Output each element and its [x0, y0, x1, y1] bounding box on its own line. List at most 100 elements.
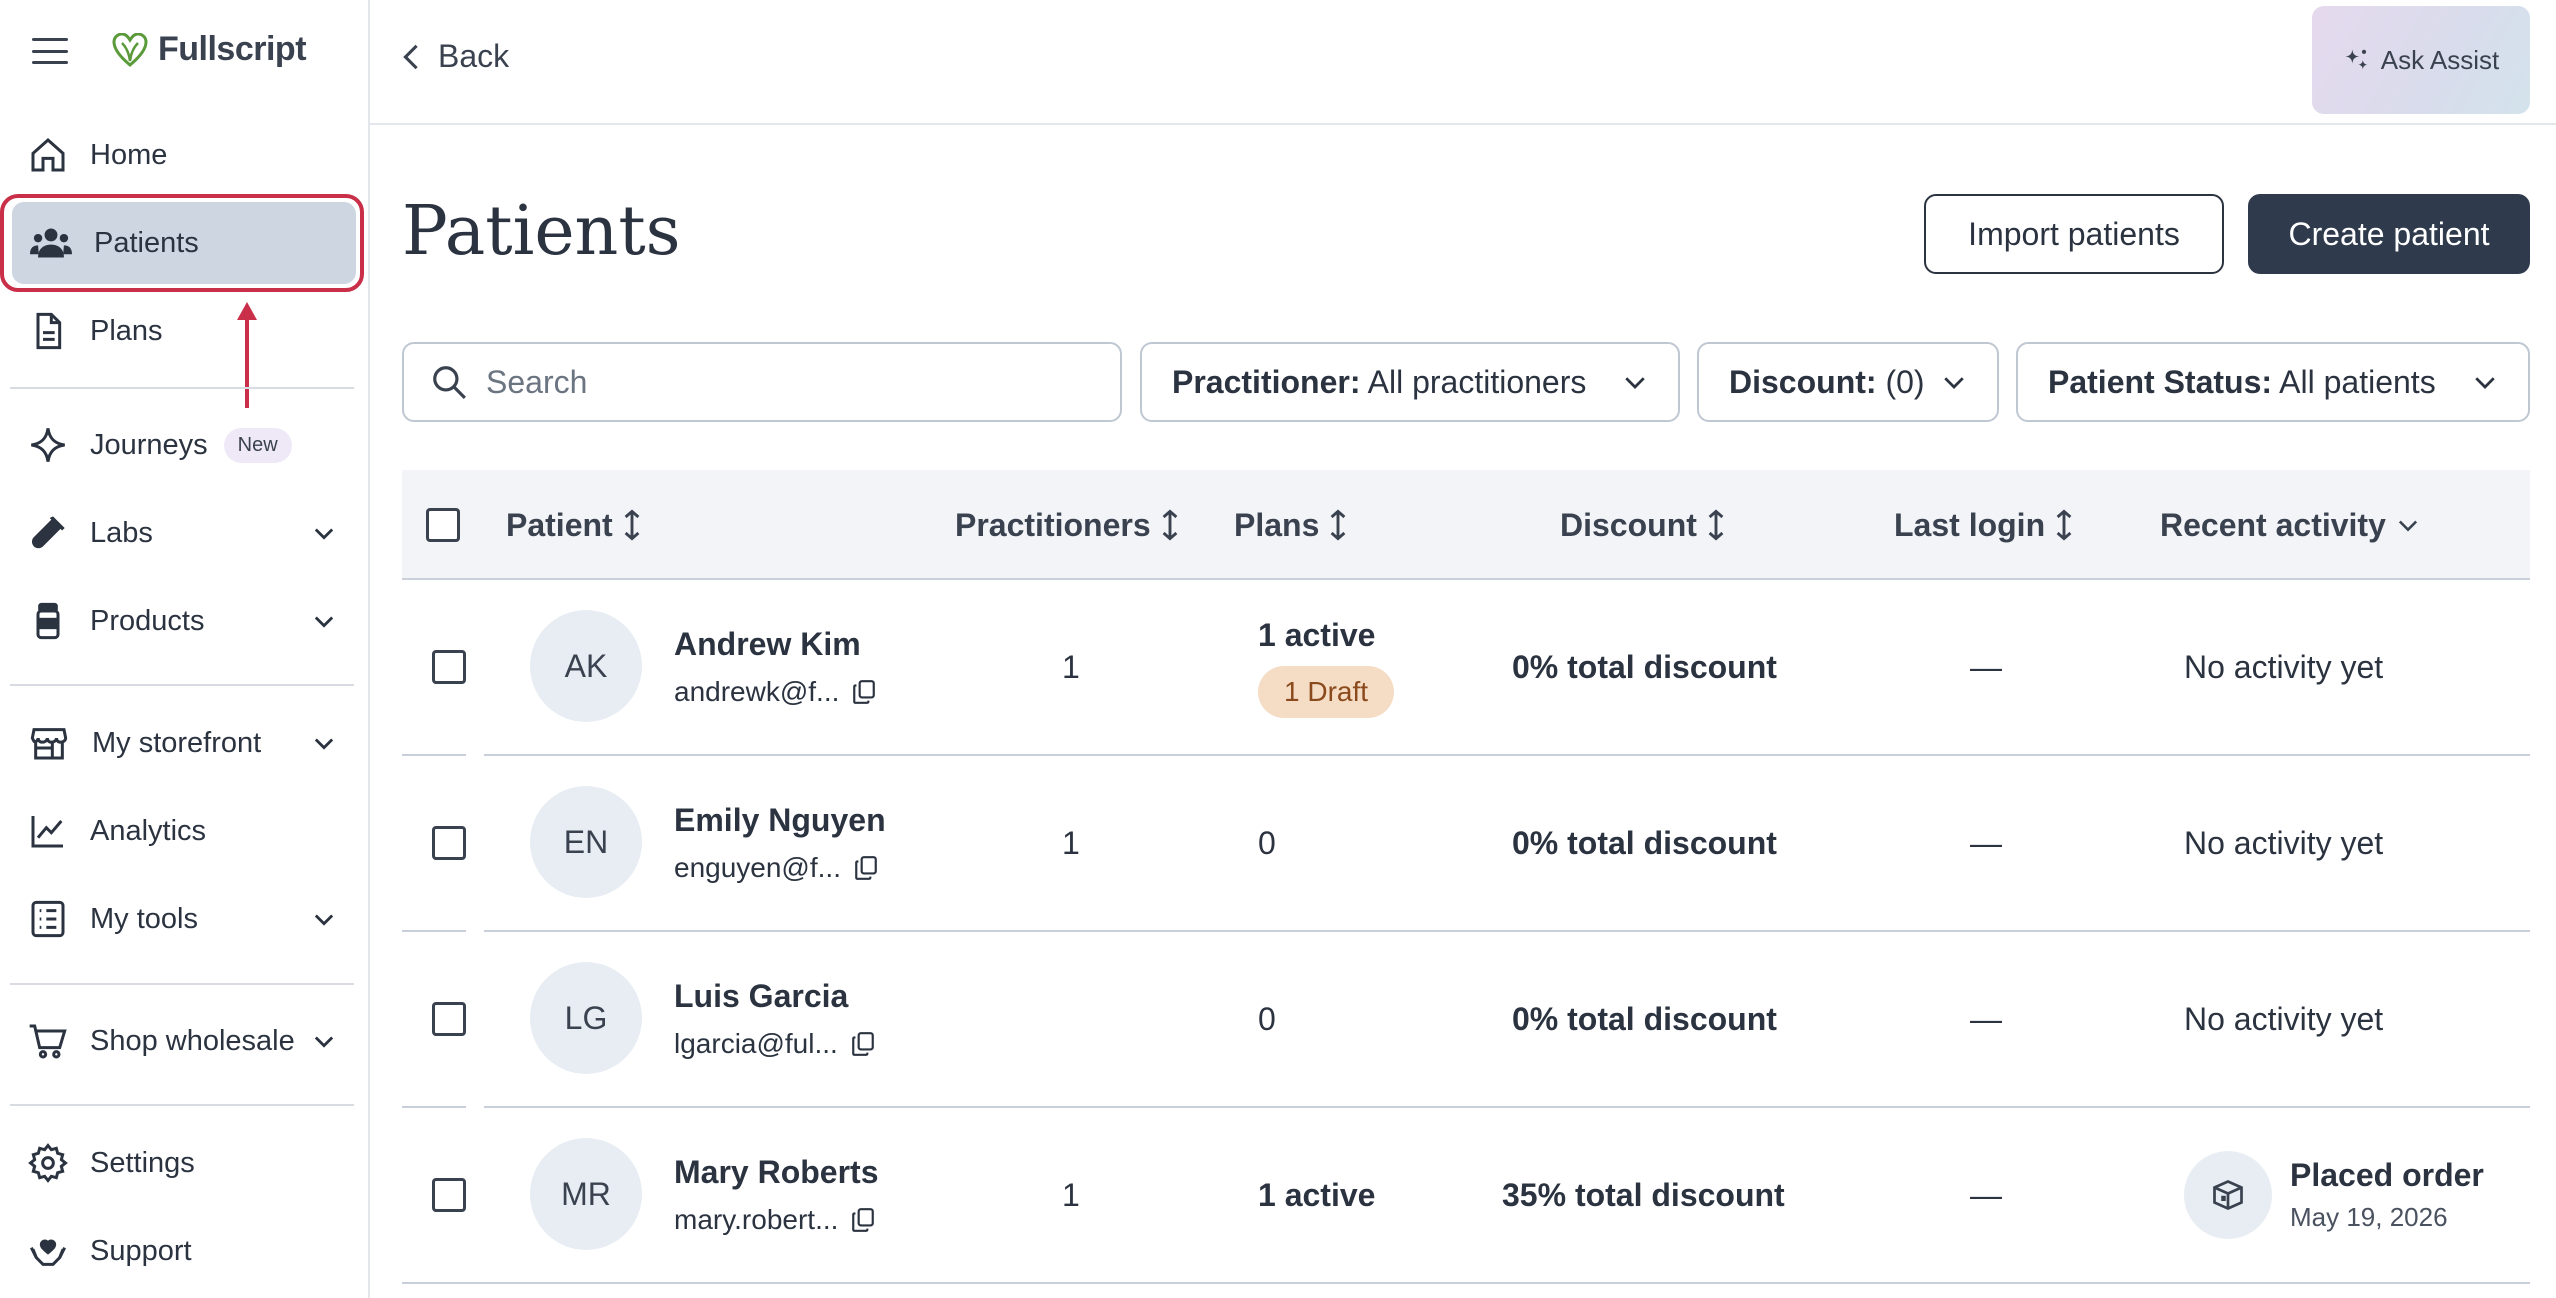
patient-name[interactable]: Andrew Kim	[674, 626, 861, 663]
column-header-practitioners[interactable]: Practitioners	[955, 470, 1181, 580]
sidebar-item-label: Products	[90, 604, 205, 637]
sidebar-item-my-storefront[interactable]: My storefront	[10, 702, 360, 784]
patient-email-text: enguyen@f...	[674, 852, 841, 883]
sidebar-item-shop-wholesale[interactable]: Shop wholesale	[10, 1000, 360, 1082]
practitioners-count: 1	[1062, 1176, 1080, 1213]
create-patient-button[interactable]: Create patient	[2248, 194, 2530, 274]
activity-date: May 19, 2026	[2290, 1202, 2448, 1232]
sidebar-item-label: Plans	[90, 314, 163, 347]
sidebar-item-products[interactable]: Products	[10, 580, 360, 662]
patient-name[interactable]: Mary Roberts	[674, 1154, 879, 1191]
last-login-cell: —	[1970, 1176, 2002, 1213]
sidebar: Fullscript Home Patients Plans Journeys …	[0, 0, 370, 1298]
table-header: Patient Practitioners Plans Discount Las…	[402, 470, 2530, 580]
avatar: MR	[530, 1138, 642, 1250]
chevron-down-icon	[314, 914, 334, 926]
patient-name[interactable]: Emily Nguyen	[674, 802, 886, 839]
discount-cell: 0% total discount	[1512, 1000, 1777, 1037]
menu-icon[interactable]	[30, 36, 70, 66]
sidebar-item-support[interactable]: Support	[10, 1210, 360, 1292]
copy-icon[interactable]	[853, 854, 879, 882]
table-row[interactable]: LG Luis Garcia lgarcia@ful... 0 0% total…	[402, 932, 2530, 1108]
sidebar-item-label: Support	[90, 1234, 192, 1267]
copy-icon[interactable]	[851, 678, 877, 706]
column-header-discount[interactable]: Discount	[1560, 470, 1727, 580]
patient-email-text: mary.robert...	[674, 1204, 839, 1235]
copy-icon[interactable]	[850, 1206, 876, 1234]
sidebar-item-journeys[interactable]: Journeys New	[10, 404, 360, 486]
column-header-plans[interactable]: Plans	[1234, 470, 1349, 580]
sidebar-divider	[10, 684, 354, 686]
column-header-last-login[interactable]: Last login	[1894, 470, 2075, 580]
chevron-left-icon	[403, 44, 418, 69]
sidebar-item-label: My storefront	[92, 726, 262, 759]
patient-email: andrewk@f...	[674, 676, 877, 708]
discount-cell: 0% total discount	[1512, 824, 1777, 861]
row-checkbox[interactable]	[432, 826, 466, 860]
gear-icon	[28, 1143, 68, 1183]
recent-activity-cell: No activity yet	[2184, 648, 2384, 685]
table-row[interactable]: MR Mary Roberts mary.robert... 1 1 activ…	[402, 1108, 2530, 1284]
table-row[interactable]: EN Emily Nguyen enguyen@f... 1 0 0% tota…	[402, 756, 2530, 932]
chevron-down-icon	[314, 738, 334, 750]
activity-details: Placed order May 19, 2026	[2290, 1157, 2484, 1233]
chevron-down-icon	[1625, 377, 1645, 389]
row-checkbox[interactable]	[432, 650, 466, 684]
sidebar-item-analytics[interactable]: Analytics	[10, 790, 360, 872]
patient-name[interactable]: Luis Garcia	[674, 978, 848, 1015]
chevron-down-icon	[2398, 520, 2417, 532]
copy-icon[interactable]	[850, 1030, 876, 1058]
column-header-patient[interactable]: Patient	[506, 470, 643, 580]
table-row[interactable]: AK Andrew Kim andrewk@f... 1 1 active 1 …	[402, 580, 2530, 756]
document-icon	[36, 312, 62, 350]
search-field[interactable]	[402, 342, 1122, 422]
activity-title: Placed order	[2290, 1157, 2484, 1193]
patient-email: enguyen@f...	[674, 852, 879, 884]
bottle-icon	[36, 602, 60, 640]
sidebar-item-home[interactable]: Home	[10, 114, 360, 196]
import-patients-button[interactable]: Import patients	[1924, 194, 2224, 274]
column-header-label: Discount	[1560, 506, 1697, 543]
fullscript-logo[interactable]: Fullscript	[112, 30, 307, 69]
back-label: Back	[438, 38, 510, 74]
sort-icon	[1331, 509, 1346, 541]
sidebar-item-plans[interactable]: Plans	[10, 290, 360, 372]
sidebar-item-label: Settings	[90, 1146, 195, 1179]
search-input[interactable]	[486, 363, 1046, 401]
sidebar-item-my-tools[interactable]: My tools	[10, 878, 360, 960]
patient-status-filter[interactable]: Patient Status: All patients	[2016, 342, 2530, 422]
avatar: AK	[530, 610, 642, 722]
draft-badge: 1 Draft	[1258, 665, 1395, 718]
practitioner-filter-label: Practitioner: All practitioners	[1172, 364, 1586, 401]
practitioner-filter[interactable]: Practitioner: All practitioners	[1140, 342, 1680, 422]
column-header-label: Patient	[506, 506, 613, 543]
chevron-down-icon	[314, 616, 334, 628]
row-checkbox[interactable]	[432, 1002, 466, 1036]
avatar: EN	[530, 786, 642, 898]
last-login-cell: —	[1970, 1000, 2002, 1037]
ask-assist-button[interactable]: Ask Assist	[2312, 6, 2530, 114]
users-icon	[30, 228, 72, 258]
column-header-label: Plans	[1234, 506, 1320, 543]
column-header-recent-activity[interactable]: Recent activity	[2160, 470, 2422, 580]
chevron-down-icon	[1944, 377, 1964, 389]
discount-filter[interactable]: Discount: (0)	[1697, 342, 1999, 422]
filter-key: Patient Status:	[2048, 363, 2273, 400]
checklist-icon	[31, 900, 65, 938]
sort-icon	[624, 509, 640, 541]
sort-icon	[2056, 509, 2072, 541]
heart-hands-icon	[29, 1239, 67, 1266]
sidebar-item-labs[interactable]: Labs	[10, 492, 360, 574]
sidebar-item-patients[interactable]: Patients	[12, 202, 356, 284]
row-checkbox[interactable]	[432, 1178, 466, 1212]
discount-cell: 35% total discount	[1502, 1176, 1785, 1213]
sidebar-item-settings[interactable]: Settings	[10, 1122, 360, 1204]
select-all-checkbox[interactable]	[426, 508, 460, 542]
patient-email: lgarcia@ful...	[674, 1028, 876, 1060]
cart-icon	[29, 1024, 67, 1059]
chevron-down-icon	[314, 1036, 334, 1048]
back-button[interactable]: Back	[400, 38, 509, 75]
sort-icon	[1162, 509, 1177, 541]
sidebar-item-label: Analytics	[90, 814, 207, 847]
sidebar-item-label: Home	[90, 138, 168, 171]
